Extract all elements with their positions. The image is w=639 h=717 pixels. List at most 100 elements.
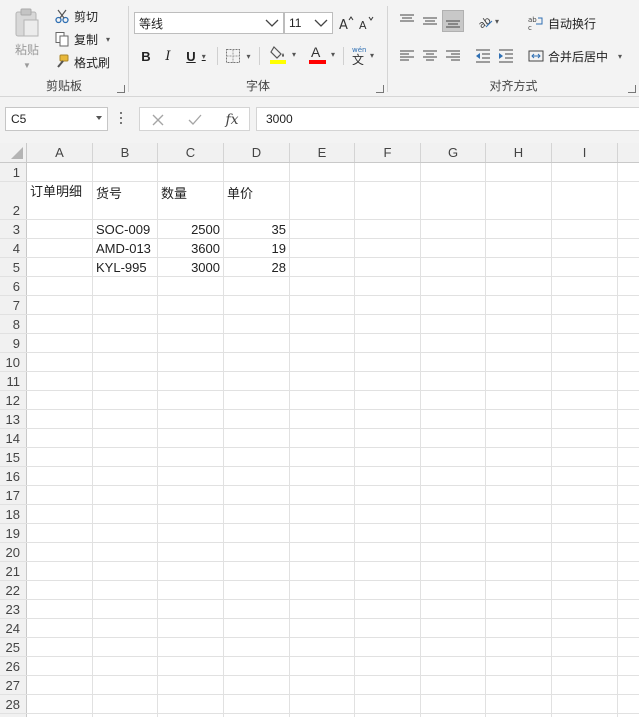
cell-a16[interactable] bbox=[27, 467, 93, 485]
cell-h27[interactable] bbox=[486, 676, 552, 694]
cell-i25[interactable] bbox=[552, 638, 618, 656]
cell-e26[interactable] bbox=[290, 657, 355, 675]
cell-a2[interactable]: 订单明细 bbox=[27, 182, 93, 219]
cell-d11[interactable] bbox=[224, 372, 290, 390]
cell-f25[interactable] bbox=[355, 638, 421, 656]
cell-e24[interactable] bbox=[290, 619, 355, 637]
cell-f19[interactable] bbox=[355, 524, 421, 542]
cell-j22[interactable] bbox=[618, 581, 639, 599]
row-header[interactable]: 22 bbox=[0, 581, 27, 599]
cell-a22[interactable] bbox=[27, 581, 93, 599]
cell-g9[interactable] bbox=[421, 334, 486, 352]
cell-f28[interactable] bbox=[355, 695, 421, 713]
row-header[interactable]: 12 bbox=[0, 391, 27, 409]
cell-a13[interactable] bbox=[27, 410, 93, 428]
cell-b3[interactable]: SOC-009 bbox=[93, 220, 158, 238]
cell-f20[interactable] bbox=[355, 543, 421, 561]
cell-j15[interactable] bbox=[618, 448, 639, 466]
cell-a27[interactable] bbox=[27, 676, 93, 694]
font-size-combo[interactable]: 11 bbox=[284, 12, 333, 34]
cell-c5[interactable]: 3000 bbox=[158, 258, 224, 276]
cell-a1[interactable] bbox=[27, 163, 93, 181]
cell-j6[interactable] bbox=[618, 277, 639, 295]
cell-b14[interactable] bbox=[93, 429, 158, 447]
cell-d27[interactable] bbox=[224, 676, 290, 694]
row-header[interactable]: 5 bbox=[0, 258, 27, 276]
cell-e12[interactable] bbox=[290, 391, 355, 409]
cell-a20[interactable] bbox=[27, 543, 93, 561]
increase-font-size-button[interactable]: A bbox=[337, 12, 355, 34]
bottom-align-button[interactable] bbox=[442, 10, 464, 32]
cell-d26[interactable] bbox=[224, 657, 290, 675]
cell-b26[interactable] bbox=[93, 657, 158, 675]
cell-h14[interactable] bbox=[486, 429, 552, 447]
cell-d12[interactable] bbox=[224, 391, 290, 409]
cell-i2[interactable] bbox=[552, 182, 618, 219]
cell-c25[interactable] bbox=[158, 638, 224, 656]
cell-g25[interactable] bbox=[421, 638, 486, 656]
cell-c15[interactable] bbox=[158, 448, 224, 466]
cell-e21[interactable] bbox=[290, 562, 355, 580]
chevron-down-icon[interactable]: ▼ bbox=[23, 61, 31, 70]
cell-d1[interactable] bbox=[224, 163, 290, 181]
row-header[interactable]: 19 bbox=[0, 524, 27, 542]
cell-c9[interactable] bbox=[158, 334, 224, 352]
cell-c16[interactable] bbox=[158, 467, 224, 485]
cell-g21[interactable] bbox=[421, 562, 486, 580]
cell-d7[interactable] bbox=[224, 296, 290, 314]
check-icon[interactable] bbox=[185, 110, 205, 130]
font-color-button[interactable]: A ▾ bbox=[305, 43, 339, 65]
cell-a28[interactable] bbox=[27, 695, 93, 713]
cell-e19[interactable] bbox=[290, 524, 355, 542]
column-header-i[interactable]: I bbox=[552, 143, 618, 162]
cell-i8[interactable] bbox=[552, 315, 618, 333]
cell-d10[interactable] bbox=[224, 353, 290, 371]
cell-i12[interactable] bbox=[552, 391, 618, 409]
cell-c8[interactable] bbox=[158, 315, 224, 333]
cell-f10[interactable] bbox=[355, 353, 421, 371]
cell-e2[interactable] bbox=[290, 182, 355, 219]
cell-h7[interactable] bbox=[486, 296, 552, 314]
cell-d15[interactable] bbox=[224, 448, 290, 466]
row-header[interactable]: 6 bbox=[0, 277, 27, 295]
cell-i24[interactable] bbox=[552, 619, 618, 637]
chevron-down-icon[interactable]: ▾ bbox=[331, 50, 335, 59]
drag-handle-icon[interactable] bbox=[118, 109, 124, 129]
cell-h2[interactable] bbox=[486, 182, 552, 219]
cell-a5[interactable] bbox=[27, 258, 93, 276]
cell-c26[interactable] bbox=[158, 657, 224, 675]
cell-j3[interactable] bbox=[618, 220, 639, 238]
cell-b19[interactable] bbox=[93, 524, 158, 542]
chevron-down-icon[interactable]: ▾ bbox=[370, 51, 374, 60]
cell-i27[interactable] bbox=[552, 676, 618, 694]
cell-i14[interactable] bbox=[552, 429, 618, 447]
wrap-text-button[interactable]: ab c 自动换行 bbox=[528, 12, 596, 34]
cell-i7[interactable] bbox=[552, 296, 618, 314]
merge-center-button[interactable]: 合并后居中 ▾ bbox=[528, 45, 622, 67]
cell-f1[interactable] bbox=[355, 163, 421, 181]
cell-a17[interactable] bbox=[27, 486, 93, 504]
cell-e27[interactable] bbox=[290, 676, 355, 694]
cell-i6[interactable] bbox=[552, 277, 618, 295]
cell-j20[interactable] bbox=[618, 543, 639, 561]
font-name-combo[interactable]: 等线 bbox=[134, 12, 284, 34]
row-header[interactable]: 8 bbox=[0, 315, 27, 333]
cell-e9[interactable] bbox=[290, 334, 355, 352]
cell-h16[interactable] bbox=[486, 467, 552, 485]
row-header[interactable]: 14 bbox=[0, 429, 27, 447]
cell-h19[interactable] bbox=[486, 524, 552, 542]
cell-h8[interactable] bbox=[486, 315, 552, 333]
cell-e22[interactable] bbox=[290, 581, 355, 599]
increase-indent-button[interactable] bbox=[495, 45, 517, 67]
italic-button[interactable]: I bbox=[159, 45, 177, 67]
cell-g8[interactable] bbox=[421, 315, 486, 333]
cell-b4[interactable]: AMD-013 bbox=[93, 239, 158, 257]
cell-c4[interactable]: 3600 bbox=[158, 239, 224, 257]
cell-a23[interactable] bbox=[27, 600, 93, 618]
copy-button[interactable]: 复制 ▾ bbox=[54, 29, 110, 49]
cell-b28[interactable] bbox=[93, 695, 158, 713]
cell-f18[interactable] bbox=[355, 505, 421, 523]
underline-button[interactable]: U ▾ bbox=[182, 45, 210, 67]
cell-c20[interactable] bbox=[158, 543, 224, 561]
column-header-c[interactable]: C bbox=[158, 143, 224, 162]
